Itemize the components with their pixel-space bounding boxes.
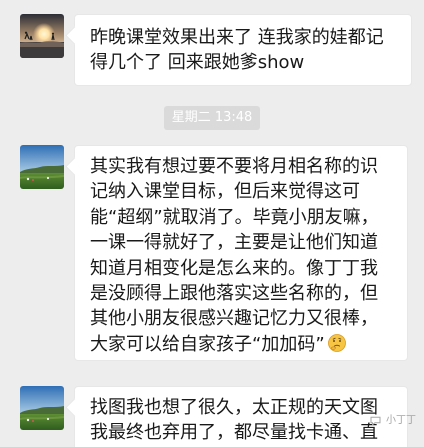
watermark: 小丁丁 [370,415,416,427]
watermark-text: 小丁丁 [386,415,416,426]
thinking-emoji-icon [327,333,347,353]
green-field-avatar-icon [20,145,64,189]
avatar[interactable] [20,14,64,58]
timestamp-text: 星期二 13:48 [163,106,261,130]
chat-bubble-icon [370,416,383,426]
sunset-beach-avatar-icon [20,14,64,58]
green-field-avatar-icon [20,386,64,430]
chat-window: 昨晚课堂效果出来了 连我家的娃都记得几个了 回来跟她爹show 星期二 13:4… [0,0,424,447]
message-bubble[interactable]: 其实我有想过要不要将月相名称的识记纳入课堂目标，但后来觉得这可能“超纲”就取消了… [74,145,408,361]
message-text: 其实我有想过要不要将月相名称的识记纳入课堂目标，但后来觉得这可能“超纲”就取消了… [90,156,379,355]
avatar[interactable] [20,386,64,430]
message-bubble[interactable]: 找图我也想了很久，太正规的天文图我最终也弃用了，都尽量找卡通、直观的 [74,386,408,447]
avatar[interactable] [20,145,64,189]
timestamp-badge: 星期二 13:48 [0,106,424,130]
message-bubble[interactable]: 昨晚课堂效果出来了 连我家的娃都记得几个了 回来跟她爹show [74,14,412,86]
